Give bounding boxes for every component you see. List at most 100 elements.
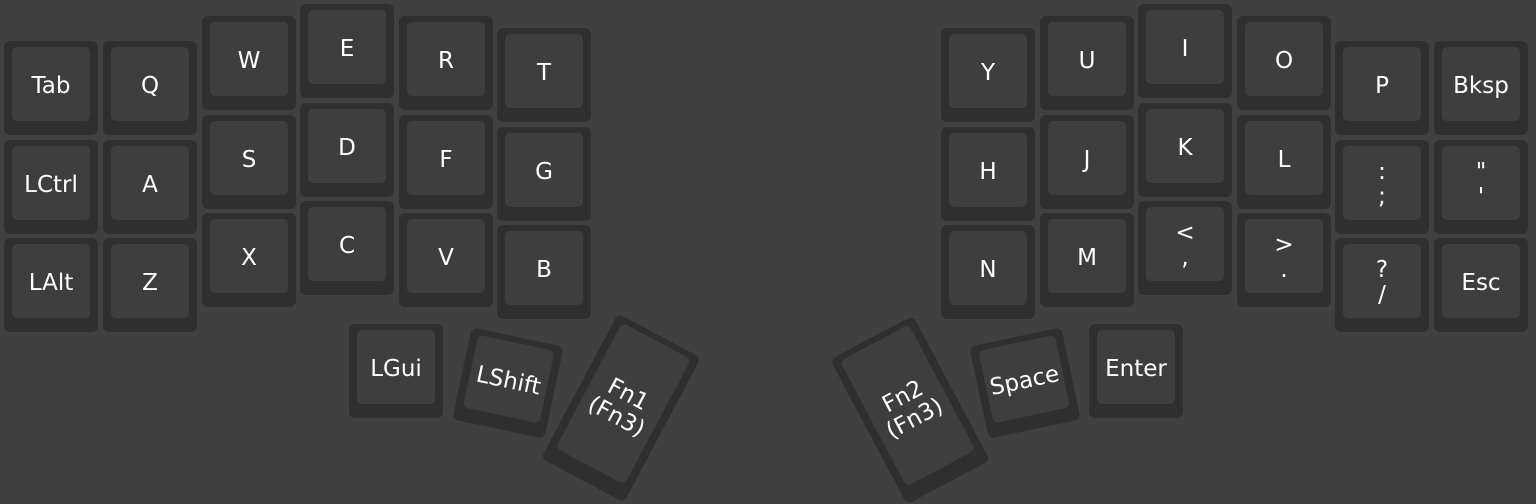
legend-line: K <box>1177 134 1193 161</box>
legend-line: W <box>237 47 261 74</box>
key-k[interactable]: K <box>1138 103 1232 197</box>
key-legend: " ' <box>1434 140 1528 230</box>
key-legend: M <box>1040 213 1134 303</box>
key-w[interactable]: W <box>202 16 296 110</box>
key-legend: Fn2 (Fn3) <box>830 316 988 501</box>
key-h[interactable]: H <box>941 127 1035 221</box>
keyboard-layout: Tab LCtrl LAlt Q A Z W S X E D C R F V T G B Y H N U J M I K <, O L >… <box>0 0 1536 504</box>
key-greater-than[interactable]: >. <box>1237 213 1331 307</box>
legend-line: L <box>1277 146 1291 173</box>
key-legend: >. <box>1237 213 1331 303</box>
key-legend: D <box>300 103 394 193</box>
key-legend: Space <box>969 327 1080 435</box>
key-b[interactable]: B <box>497 225 591 319</box>
legend-line: A <box>142 171 158 198</box>
key-bksp[interactable]: Bksp <box>1434 41 1528 135</box>
key-legend: Y <box>941 28 1035 118</box>
key-colon[interactable]: :; <box>1335 140 1429 234</box>
legend-line: T <box>536 59 552 86</box>
key-c[interactable]: C <box>300 201 394 295</box>
legend-line: M <box>1077 244 1097 271</box>
key-legend: LCtrl <box>4 140 98 230</box>
key-p[interactable]: P <box>1335 41 1429 135</box>
legend-line: G <box>535 158 553 185</box>
key-space[interactable]: Space <box>969 327 1081 439</box>
key-x[interactable]: X <box>202 213 296 307</box>
key-lshift[interactable]: LShift <box>452 327 564 439</box>
key-i[interactable]: I <box>1138 4 1232 98</box>
key-lalt[interactable]: LAlt <box>4 238 98 332</box>
key-legend: W <box>202 16 296 106</box>
legend-line: " <box>1475 159 1487 185</box>
key-fn2[interactable]: Fn2 (Fn3) <box>830 315 990 504</box>
key-tab[interactable]: Tab <box>4 41 98 135</box>
legend-line: E <box>339 35 355 62</box>
key-legend: K <box>1138 103 1232 193</box>
key-legend: B <box>497 225 591 315</box>
key-legend: J <box>1040 115 1134 205</box>
key-l[interactable]: L <box>1237 115 1331 209</box>
key-legend: H <box>941 127 1035 217</box>
legend-line: LAlt <box>28 269 74 296</box>
legend-line: S <box>241 146 257 173</box>
key-legend: U <box>1040 16 1134 106</box>
legend-line: X <box>241 244 257 271</box>
key-o[interactable]: O <box>1237 16 1331 110</box>
key-t[interactable]: T <box>497 28 591 122</box>
legend-line: U <box>1078 47 1096 74</box>
key-n[interactable]: N <box>941 225 1035 319</box>
key-g[interactable]: G <box>497 127 591 221</box>
key-quote[interactable]: " ' <box>1434 140 1528 234</box>
key-less-than[interactable]: <, <box>1138 201 1232 295</box>
key-question[interactable]: ? / <box>1335 238 1429 332</box>
key-enter[interactable]: Enter <box>1089 324 1183 418</box>
key-z[interactable]: Z <box>103 238 197 332</box>
key-legend: C <box>300 201 394 291</box>
legend-line: C <box>338 232 356 259</box>
key-s[interactable]: S <box>202 115 296 209</box>
key-legend: :; <box>1335 140 1429 230</box>
legend-line: ; <box>1378 184 1386 210</box>
key-legend: Fn1 (Fn3) <box>543 314 701 499</box>
key-d[interactable]: D <box>300 103 394 197</box>
legend-line: Z <box>142 269 158 296</box>
key-legend: LGui <box>349 324 443 414</box>
legend-line: B <box>536 256 552 283</box>
legend-line: LCtrl <box>24 171 78 198</box>
key-legend: ? / <box>1335 238 1429 328</box>
key-legend: S <box>202 115 296 205</box>
key-r[interactable]: R <box>399 16 493 110</box>
key-legend: Bksp <box>1434 41 1528 131</box>
key-j[interactable]: J <box>1040 115 1134 209</box>
key-lgui[interactable]: LGui <box>349 324 443 418</box>
legend-line: N <box>979 256 997 283</box>
legend-line: / <box>1378 282 1386 308</box>
key-m[interactable]: M <box>1040 213 1134 307</box>
legend-line: P <box>1375 72 1389 99</box>
legend-line: I <box>1181 35 1189 62</box>
legend-line: D <box>338 134 356 161</box>
key-a[interactable]: A <box>103 140 197 234</box>
key-legend: P <box>1335 41 1429 131</box>
legend-line: : <box>1378 159 1386 185</box>
key-legend: Enter <box>1089 324 1183 414</box>
legend-line: LGui <box>370 355 422 382</box>
legend-line: Q <box>140 72 160 99</box>
key-fn1[interactable]: Fn1 (Fn3) <box>541 313 701 503</box>
key-legend: G <box>497 127 591 217</box>
key-esc[interactable]: Esc <box>1434 238 1528 332</box>
legend-line: Esc <box>1461 269 1501 296</box>
key-legend: R <box>399 16 493 106</box>
legend-line: R <box>438 47 454 74</box>
key-legend: Esc <box>1434 238 1528 328</box>
key-y[interactable]: Y <box>941 28 1035 122</box>
key-f[interactable]: F <box>399 115 493 209</box>
key-legend: LAlt <box>4 238 98 328</box>
key-lctrl[interactable]: LCtrl <box>4 140 98 234</box>
key-legend: Tab <box>4 41 98 131</box>
key-v[interactable]: V <box>399 213 493 307</box>
key-legend: Z <box>103 238 197 328</box>
key-q[interactable]: Q <box>103 41 197 135</box>
key-u[interactable]: U <box>1040 16 1134 110</box>
key-e[interactable]: E <box>300 4 394 98</box>
